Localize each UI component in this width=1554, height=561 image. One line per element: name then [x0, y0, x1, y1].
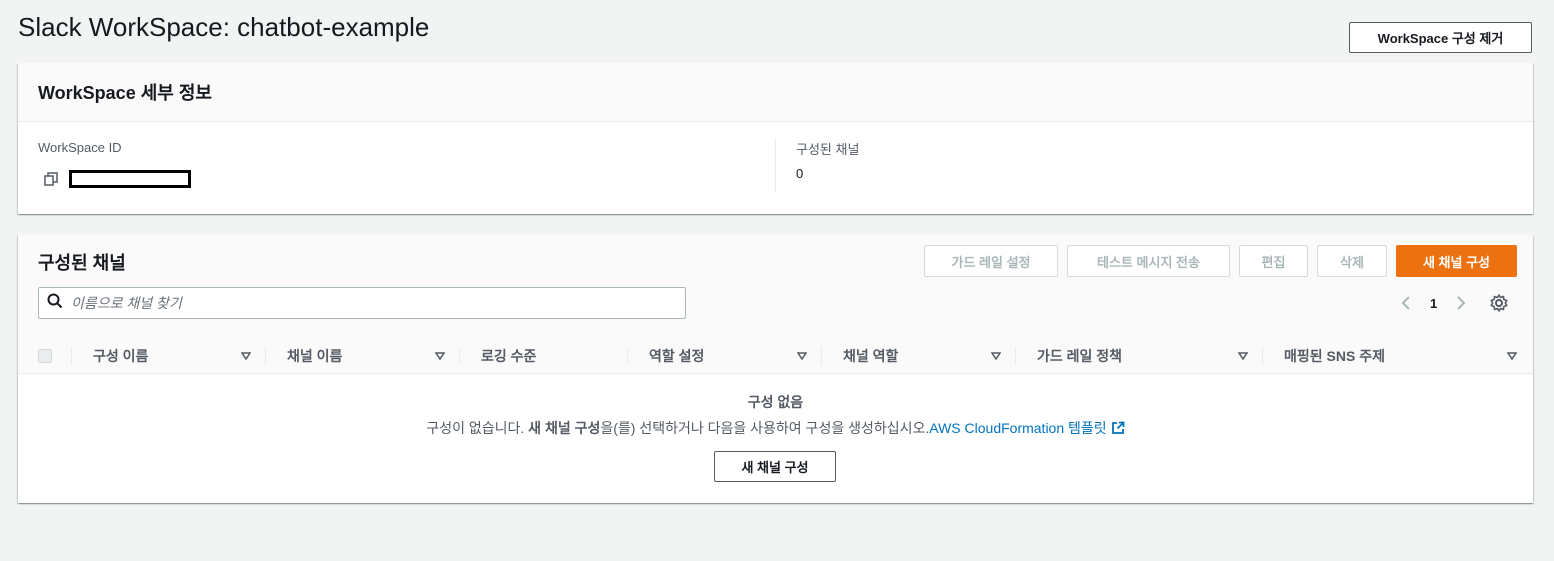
channels-title: 구성된 채널	[38, 253, 126, 273]
sort-caret-icon	[797, 351, 807, 360]
column-header-role-setting[interactable]: 역할 설정	[627, 337, 821, 374]
details-header: WorkSpace 세부 정보	[18, 63, 1533, 122]
edit-button[interactable]: 편집	[1239, 245, 1308, 277]
gear-icon[interactable]	[1489, 293, 1509, 313]
page-number[interactable]: 1	[1430, 296, 1437, 311]
sort-caret-icon	[1507, 351, 1517, 360]
column-header-guardrail-policy[interactable]: 가드 레일 정책	[1015, 337, 1262, 374]
new-channel-button[interactable]: 새 채널 구성	[1396, 245, 1517, 277]
channels-toolbar: 구성된 채널 가드 레일 설정 테스트 메시지 전송 편집 삭제 새 채널 구성…	[18, 235, 1533, 374]
empty-state: 구성 없음 구성이 없습니다. 새 채널 구성을(를) 선택하거나 다음을 사용…	[18, 374, 1533, 503]
copy-icon[interactable]	[44, 172, 58, 186]
delete-button[interactable]: 삭제	[1317, 245, 1387, 277]
external-link-icon	[1111, 421, 1125, 435]
configured-channels-panel: 구성된 채널 가드 레일 설정 테스트 메시지 전송 편집 삭제 새 채널 구성…	[18, 235, 1533, 503]
page-title: Slack WorkSpace: chatbot-example	[18, 12, 430, 42]
column-header-config-name[interactable]: 구성 이름	[71, 337, 265, 374]
empty-desc-bold: 새 채널 구성	[528, 420, 601, 436]
table-header: 구성 이름 채널 이름 로깅 수준 역할 설정 채널 역할 가드 레일 정책 매…	[18, 337, 1533, 374]
workspace-details-panel: WorkSpace 세부 정보 WorkSpace ID 구성된 채널 0	[18, 63, 1533, 214]
configured-channels-value: 0	[796, 166, 804, 181]
column-divider	[775, 138, 776, 193]
workspace-id-redacted	[69, 170, 191, 188]
search-box[interactable]	[38, 287, 686, 319]
cloudformation-link-label: AWS CloudFormation 템플릿	[929, 420, 1107, 436]
empty-desc-prefix: 구성이 없습니다.	[426, 420, 529, 436]
details-title: WorkSpace 세부 정보	[38, 83, 212, 103]
search-icon	[47, 293, 63, 314]
empty-description: 구성이 없습니다. 새 채널 구성을(를) 선택하거나 다음을 사용하여 구성을…	[18, 418, 1533, 438]
column-header-channel-role[interactable]: 채널 역할	[821, 337, 1015, 374]
empty-new-channel-button[interactable]: 새 채널 구성	[714, 451, 836, 482]
sort-caret-icon	[1238, 351, 1248, 360]
send-test-message-button[interactable]: 테스트 메시지 전송	[1067, 245, 1230, 277]
sort-caret-icon	[435, 351, 445, 360]
column-header-channel-name[interactable]: 채널 이름	[265, 337, 459, 374]
workspace-id-label: WorkSpace ID	[38, 140, 122, 155]
column-header-logging-level[interactable]: 로깅 수준	[459, 337, 627, 374]
search-input[interactable]	[71, 295, 631, 311]
sort-caret-icon	[241, 351, 251, 360]
column-header-mapped-sns-topic[interactable]: 매핑된 SNS 주제	[1262, 337, 1533, 374]
chevron-right-icon[interactable]	[1451, 293, 1471, 313]
sort-caret-icon	[991, 351, 1001, 360]
details-body: WorkSpace ID 구성된 채널 0	[18, 122, 1533, 214]
remove-workspace-button[interactable]: WorkSpace 구성 제거	[1349, 22, 1532, 53]
guardrail-settings-button[interactable]: 가드 레일 설정	[924, 245, 1058, 277]
cloudformation-template-link[interactable]: AWS CloudFormation 템플릿	[929, 420, 1125, 436]
chevron-left-icon[interactable]	[1396, 293, 1416, 313]
empty-desc-middle: 을(를) 선택하거나 다음을 사용하여 구성을 생성하십시오.	[600, 420, 930, 436]
empty-title: 구성 없음	[747, 394, 804, 410]
configured-channels-label: 구성된 채널	[796, 142, 860, 157]
select-all-checkbox[interactable]	[38, 349, 52, 363]
pagination: 1	[1396, 293, 1471, 313]
